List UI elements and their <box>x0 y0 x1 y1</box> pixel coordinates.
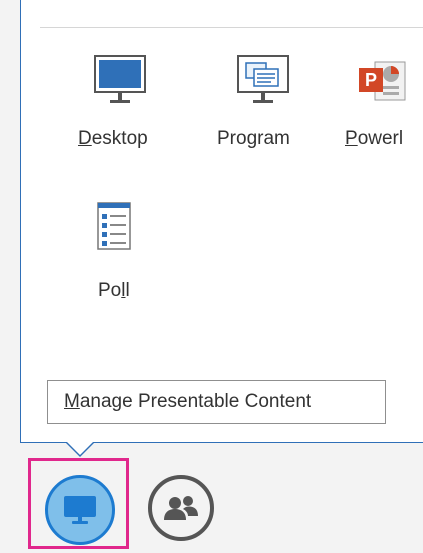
program-option[interactable]: Program <box>205 50 320 160</box>
poll-label: Poll <box>98 280 130 301</box>
poll-option[interactable]: Poll <box>70 195 170 315</box>
powerpoint-icon: P <box>359 61 406 101</box>
present-monitor-icon <box>64 496 96 524</box>
participants-icon <box>164 496 198 520</box>
program-label: Program <box>217 128 290 149</box>
poll-icon <box>97 202 131 250</box>
manage-label-rest: anage Presentable Content <box>79 391 312 412</box>
powerpoint-option[interactable]: P Powerl <box>340 50 423 160</box>
monitor-icon <box>94 55 146 103</box>
manage-label-mnemonic: M <box>64 391 80 412</box>
program-window-icon <box>237 55 289 103</box>
desktop-option[interactable]: Desktop <box>70 50 180 160</box>
desktop-label: Desktop <box>78 128 148 149</box>
participants-button[interactable] <box>148 475 214 541</box>
panel-divider <box>40 27 423 28</box>
present-button[interactable] <box>45 475 115 545</box>
svg-text:P: P <box>365 70 377 90</box>
manage-presentable-content-button[interactable]: Manage Presentable Content <box>47 380 386 424</box>
powerpoint-label: Powerl <box>345 128 404 149</box>
